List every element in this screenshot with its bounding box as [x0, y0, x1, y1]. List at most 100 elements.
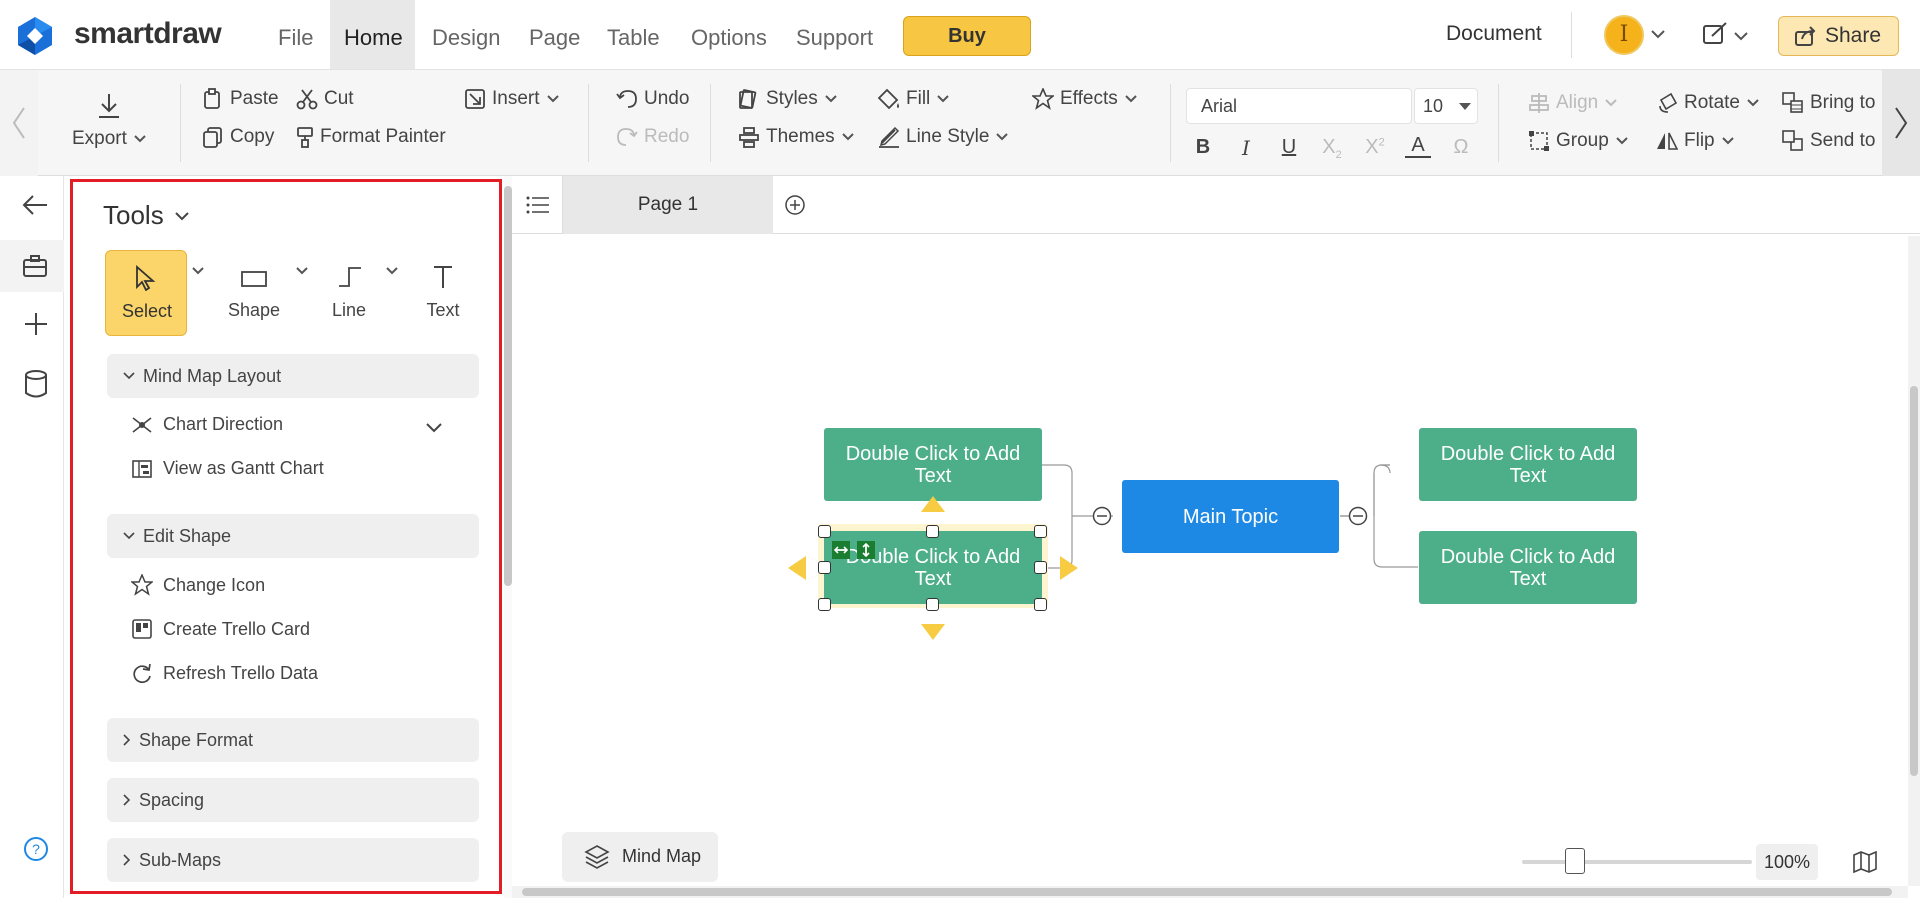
canvas-horizontal-scrollbar[interactable] [512, 886, 1908, 898]
collapse-left-icon[interactable] [1092, 506, 1112, 526]
select-chevron-down-icon[interactable] [191, 266, 205, 276]
menu-file[interactable]: File [264, 0, 327, 69]
add-node-left-arrow-icon[interactable] [786, 554, 808, 582]
tab-page-1[interactable]: Page 1 [563, 176, 773, 234]
font-family-select[interactable]: Arial [1186, 88, 1412, 124]
cut-button[interactable]: Cut [296, 88, 354, 110]
menu-page[interactable]: Page [515, 0, 594, 69]
group-button[interactable]: Group [1528, 130, 1629, 152]
canvas-vertical-scrollbar[interactable] [1908, 236, 1920, 886]
help-icon[interactable]: ? [23, 836, 49, 862]
effects-button[interactable]: Effects [1032, 88, 1138, 110]
styles-button[interactable]: Styles [738, 88, 838, 110]
undo-button[interactable]: Undo [616, 88, 689, 110]
italic-icon[interactable]: I [1233, 136, 1259, 160]
user-avatar[interactable]: I [1604, 15, 1644, 55]
ribbon-scroll-right[interactable] [1882, 70, 1920, 176]
canvas-horizontal-scrollbar-thumb[interactable] [522, 888, 1892, 896]
selection-handle[interactable] [818, 561, 831, 574]
spacing-section[interactable]: Spacing [107, 778, 479, 822]
menu-support[interactable]: Support [782, 0, 887, 69]
line-style-button[interactable]: Line Style [878, 126, 1009, 148]
shape-format-section[interactable]: Shape Format [107, 718, 479, 762]
selection-handle[interactable] [818, 598, 831, 611]
create-trello-card-item[interactable]: Create Trello Card [131, 618, 310, 640]
panel-scrollbar-thumb[interactable] [504, 186, 512, 586]
chart-direction-chevron-down-icon[interactable] [425, 422, 443, 434]
chart-direction-item[interactable]: Chart Direction [131, 414, 283, 435]
export-button[interactable]: Export [72, 128, 147, 150]
align-button[interactable]: Align [1528, 92, 1618, 114]
page-list-icon[interactable] [526, 196, 550, 214]
copy-button[interactable]: Copy [202, 126, 274, 148]
mind-map-node[interactable]: Double Click to Add Text [824, 428, 1042, 501]
menu-options[interactable]: Options [677, 0, 781, 69]
selection-handle[interactable] [926, 525, 939, 538]
zoom-slider-track[interactable] [1522, 860, 1752, 864]
document-menu[interactable]: Document [1446, 22, 1542, 46]
zoom-slider-thumb[interactable] [1564, 848, 1585, 874]
subscript-icon[interactable]: X2 [1319, 136, 1345, 161]
zoom-level[interactable]: 100% [1756, 844, 1818, 880]
collapse-right-icon[interactable] [1348, 506, 1368, 526]
database-icon[interactable] [24, 370, 48, 398]
mind-map-node[interactable]: Double Click to Add Text [1419, 428, 1637, 501]
buy-button[interactable]: Buy [903, 16, 1031, 56]
rail-tools-active[interactable] [0, 240, 64, 292]
paste-button[interactable]: Paste [202, 88, 279, 110]
share-button[interactable]: Share [1778, 16, 1899, 56]
avatar-chevron-down-icon[interactable] [1650, 28, 1666, 40]
format-painter-button[interactable]: Format Painter [296, 126, 446, 148]
menu-design[interactable]: Design [418, 0, 514, 69]
themes-button[interactable]: Themes [738, 126, 855, 148]
selection-handle[interactable] [1034, 525, 1047, 538]
shape-tool[interactable]: Shape [213, 250, 295, 336]
panel-scrollbar[interactable] [504, 176, 512, 898]
line-tool[interactable]: Line [313, 250, 385, 336]
change-icon-item[interactable]: Change Icon [131, 574, 265, 596]
resize-horizontal-icon[interactable] [832, 541, 850, 559]
mind-map-layout-section[interactable]: Mind Map Layout [107, 354, 479, 398]
selection-handle[interactable] [818, 525, 831, 538]
send-to-button[interactable]: Send to [1782, 130, 1876, 152]
shape-chevron-down-icon[interactable] [295, 266, 309, 276]
selection-handle[interactable] [1034, 598, 1047, 611]
plus-icon[interactable] [24, 312, 48, 336]
menu-home[interactable]: Home [330, 0, 415, 69]
edit-chevron-down-icon[interactable] [1733, 30, 1749, 42]
selection-handle[interactable] [1034, 561, 1047, 574]
select-tool[interactable]: Select [105, 250, 187, 336]
special-character-icon[interactable]: Ω [1448, 136, 1474, 159]
main-topic-node[interactable]: Main Topic [1122, 480, 1339, 553]
add-node-right-arrow-icon[interactable] [1058, 554, 1080, 582]
sub-maps-section[interactable]: Sub-Maps [107, 838, 479, 882]
tools-header[interactable]: Tools [103, 200, 190, 231]
add-page-icon[interactable] [784, 194, 806, 216]
text-tool[interactable]: Text [409, 250, 477, 336]
back-arrow-icon[interactable] [22, 194, 48, 216]
font-size-select[interactable]: 10 [1414, 88, 1478, 124]
bold-icon[interactable]: B [1190, 136, 1216, 159]
resize-vertical-icon[interactable] [857, 541, 875, 559]
bring-to-button[interactable]: Bring to [1782, 92, 1875, 114]
mind-map-button[interactable]: Mind Map [562, 832, 718, 882]
ribbon-scroll-left[interactable] [0, 70, 38, 176]
add-node-down-arrow-icon[interactable] [920, 622, 946, 642]
fill-button[interactable]: Fill [878, 88, 950, 110]
add-node-up-arrow-icon[interactable] [920, 494, 946, 514]
edit-note-icon[interactable] [1702, 22, 1728, 46]
view-as-gantt-chart-item[interactable]: View as Gantt Chart [131, 458, 324, 479]
font-color-icon[interactable]: A [1405, 134, 1431, 158]
redo-button[interactable]: Redo [616, 126, 689, 148]
edit-shape-section[interactable]: Edit Shape [107, 514, 479, 558]
menu-table[interactable]: Table [593, 0, 674, 69]
selection-handle[interactable] [926, 598, 939, 611]
map-icon[interactable] [1852, 851, 1878, 873]
superscript-icon[interactable]: X2 [1362, 136, 1388, 159]
refresh-trello-data-item[interactable]: Refresh Trello Data [131, 662, 318, 684]
flip-button[interactable]: Flip [1656, 130, 1735, 152]
rotate-button[interactable]: Rotate [1656, 92, 1760, 114]
insert-button[interactable]: Insert [464, 88, 560, 110]
underline-icon[interactable]: U [1276, 136, 1302, 159]
line-chevron-down-icon[interactable] [385, 266, 399, 276]
